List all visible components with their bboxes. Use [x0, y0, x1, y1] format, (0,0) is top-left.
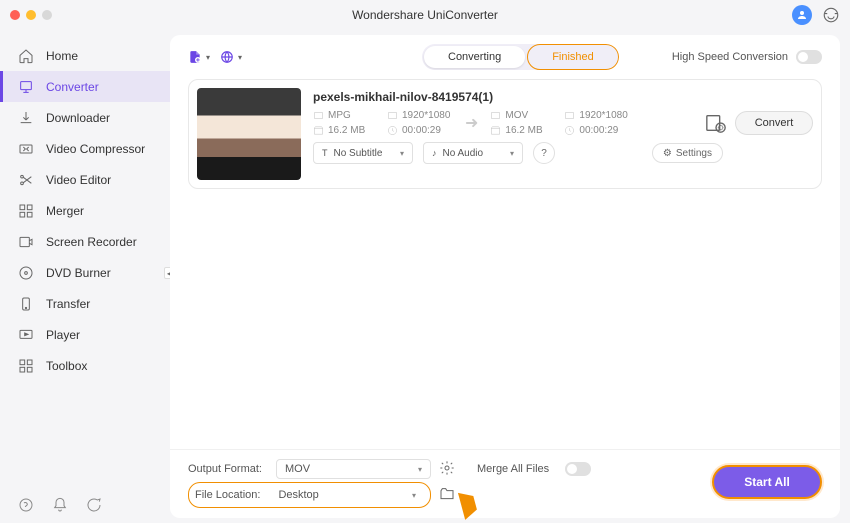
scissors-icon	[18, 172, 34, 188]
arrow-icon: ➜	[465, 113, 478, 133]
dst-duration: 00:00:29	[564, 125, 630, 136]
output-format-label: Output Format:	[188, 463, 268, 475]
high-speed-toggle[interactable]	[796, 50, 822, 64]
src-size: 16.2 MB	[313, 125, 379, 136]
sidebar-item-label: Screen Recorder	[46, 235, 137, 249]
recorder-icon	[18, 234, 34, 250]
settings-button[interactable]: ⚙Settings	[652, 143, 723, 163]
sidebar-item-downloader[interactable]: Downloader	[0, 102, 170, 133]
file-card: pexels-mikhail-nilov-8419574(1) MPG 1920…	[188, 79, 822, 189]
status-tabs: Converting Finished	[422, 44, 619, 70]
transfer-icon	[18, 296, 34, 312]
add-file-button[interactable]: ▾	[188, 46, 210, 68]
sidebar-item-recorder[interactable]: Screen Recorder	[0, 226, 170, 257]
help-icon[interactable]	[18, 497, 34, 513]
sidebar-item-home[interactable]: Home	[0, 40, 170, 71]
audio-select[interactable]: ♪No Audio▾	[423, 142, 523, 164]
sidebar-item-label: DVD Burner	[46, 266, 111, 280]
convert-button[interactable]: Convert	[735, 111, 813, 135]
file-name: pexels-mikhail-nilov-8419574(1)	[313, 88, 813, 104]
merger-icon	[18, 203, 34, 219]
tab-finished[interactable]: Finished	[527, 44, 619, 70]
sidebar-item-compressor[interactable]: Video Compressor	[0, 133, 170, 164]
home-icon	[18, 48, 34, 64]
output-settings-icon[interactable]	[439, 460, 469, 479]
sidebar-item-label: Player	[46, 328, 80, 342]
merge-label: Merge All Files	[477, 463, 557, 475]
feedback-icon[interactable]	[86, 497, 102, 513]
sidebar-item-editor[interactable]: Video Editor	[0, 164, 170, 195]
src-duration: 00:00:29	[387, 125, 453, 136]
sidebar-item-transfer[interactable]: Transfer	[0, 288, 170, 319]
sidebar-item-label: Transfer	[46, 297, 90, 311]
app-title: Wondershare UniConverter	[352, 8, 498, 22]
high-speed-label: High Speed Conversion	[672, 51, 788, 63]
sidebar: Home Converter Downloader Video Compress…	[0, 30, 170, 523]
download-icon	[18, 110, 34, 126]
close-window[interactable]	[10, 10, 20, 20]
dst-format: MOV	[490, 110, 556, 121]
dvd-icon	[18, 265, 34, 281]
info-button[interactable]: ?	[533, 142, 555, 164]
sidebar-item-label: Video Compressor	[46, 142, 145, 156]
toolbox-icon	[18, 358, 34, 374]
start-all-button[interactable]: Start All	[712, 465, 822, 499]
sidebar-item-player[interactable]: Player	[0, 319, 170, 350]
bell-icon[interactable]	[52, 497, 68, 513]
dst-resolution: 1920*1080	[564, 110, 630, 121]
src-resolution: 1920*1080	[387, 110, 453, 121]
compress-icon	[18, 141, 34, 157]
open-folder-icon[interactable]	[439, 486, 469, 505]
sidebar-item-label: Merger	[46, 204, 84, 218]
file-settings-icon[interactable]	[705, 112, 727, 134]
sidebar-item-toolbox[interactable]: Toolbox	[0, 350, 170, 381]
file-location-label: File Location:	[195, 489, 260, 501]
add-url-button[interactable]: ▾	[220, 46, 242, 68]
sidebar-item-label: Converter	[46, 80, 99, 94]
user-avatar[interactable]	[792, 5, 812, 25]
maximize-window[interactable]	[42, 10, 52, 20]
converter-icon	[18, 79, 34, 95]
support-icon[interactable]	[822, 6, 840, 24]
sidebar-item-converter[interactable]: Converter	[0, 71, 170, 102]
dst-size: 16.2 MB	[490, 125, 556, 136]
minimize-window[interactable]	[26, 10, 36, 20]
sidebar-item-label: Home	[46, 49, 78, 63]
subtitle-select[interactable]: TNo Subtitle▾	[313, 142, 413, 164]
merge-toggle[interactable]	[565, 462, 591, 476]
sidebar-item-label: Downloader	[46, 111, 110, 125]
file-location-select[interactable]: Desktop▾	[270, 485, 424, 505]
output-format-select[interactable]: MOV▾	[276, 459, 431, 479]
sidebar-item-merger[interactable]: Merger	[0, 195, 170, 226]
player-icon	[18, 327, 34, 343]
src-format: MPG	[313, 110, 379, 121]
sidebar-item-dvd[interactable]: DVD Burner	[0, 257, 170, 288]
sidebar-item-label: Toolbox	[46, 359, 87, 373]
tab-converting[interactable]: Converting	[424, 46, 525, 68]
video-thumbnail[interactable]	[197, 88, 301, 180]
sidebar-item-label: Video Editor	[46, 173, 111, 187]
